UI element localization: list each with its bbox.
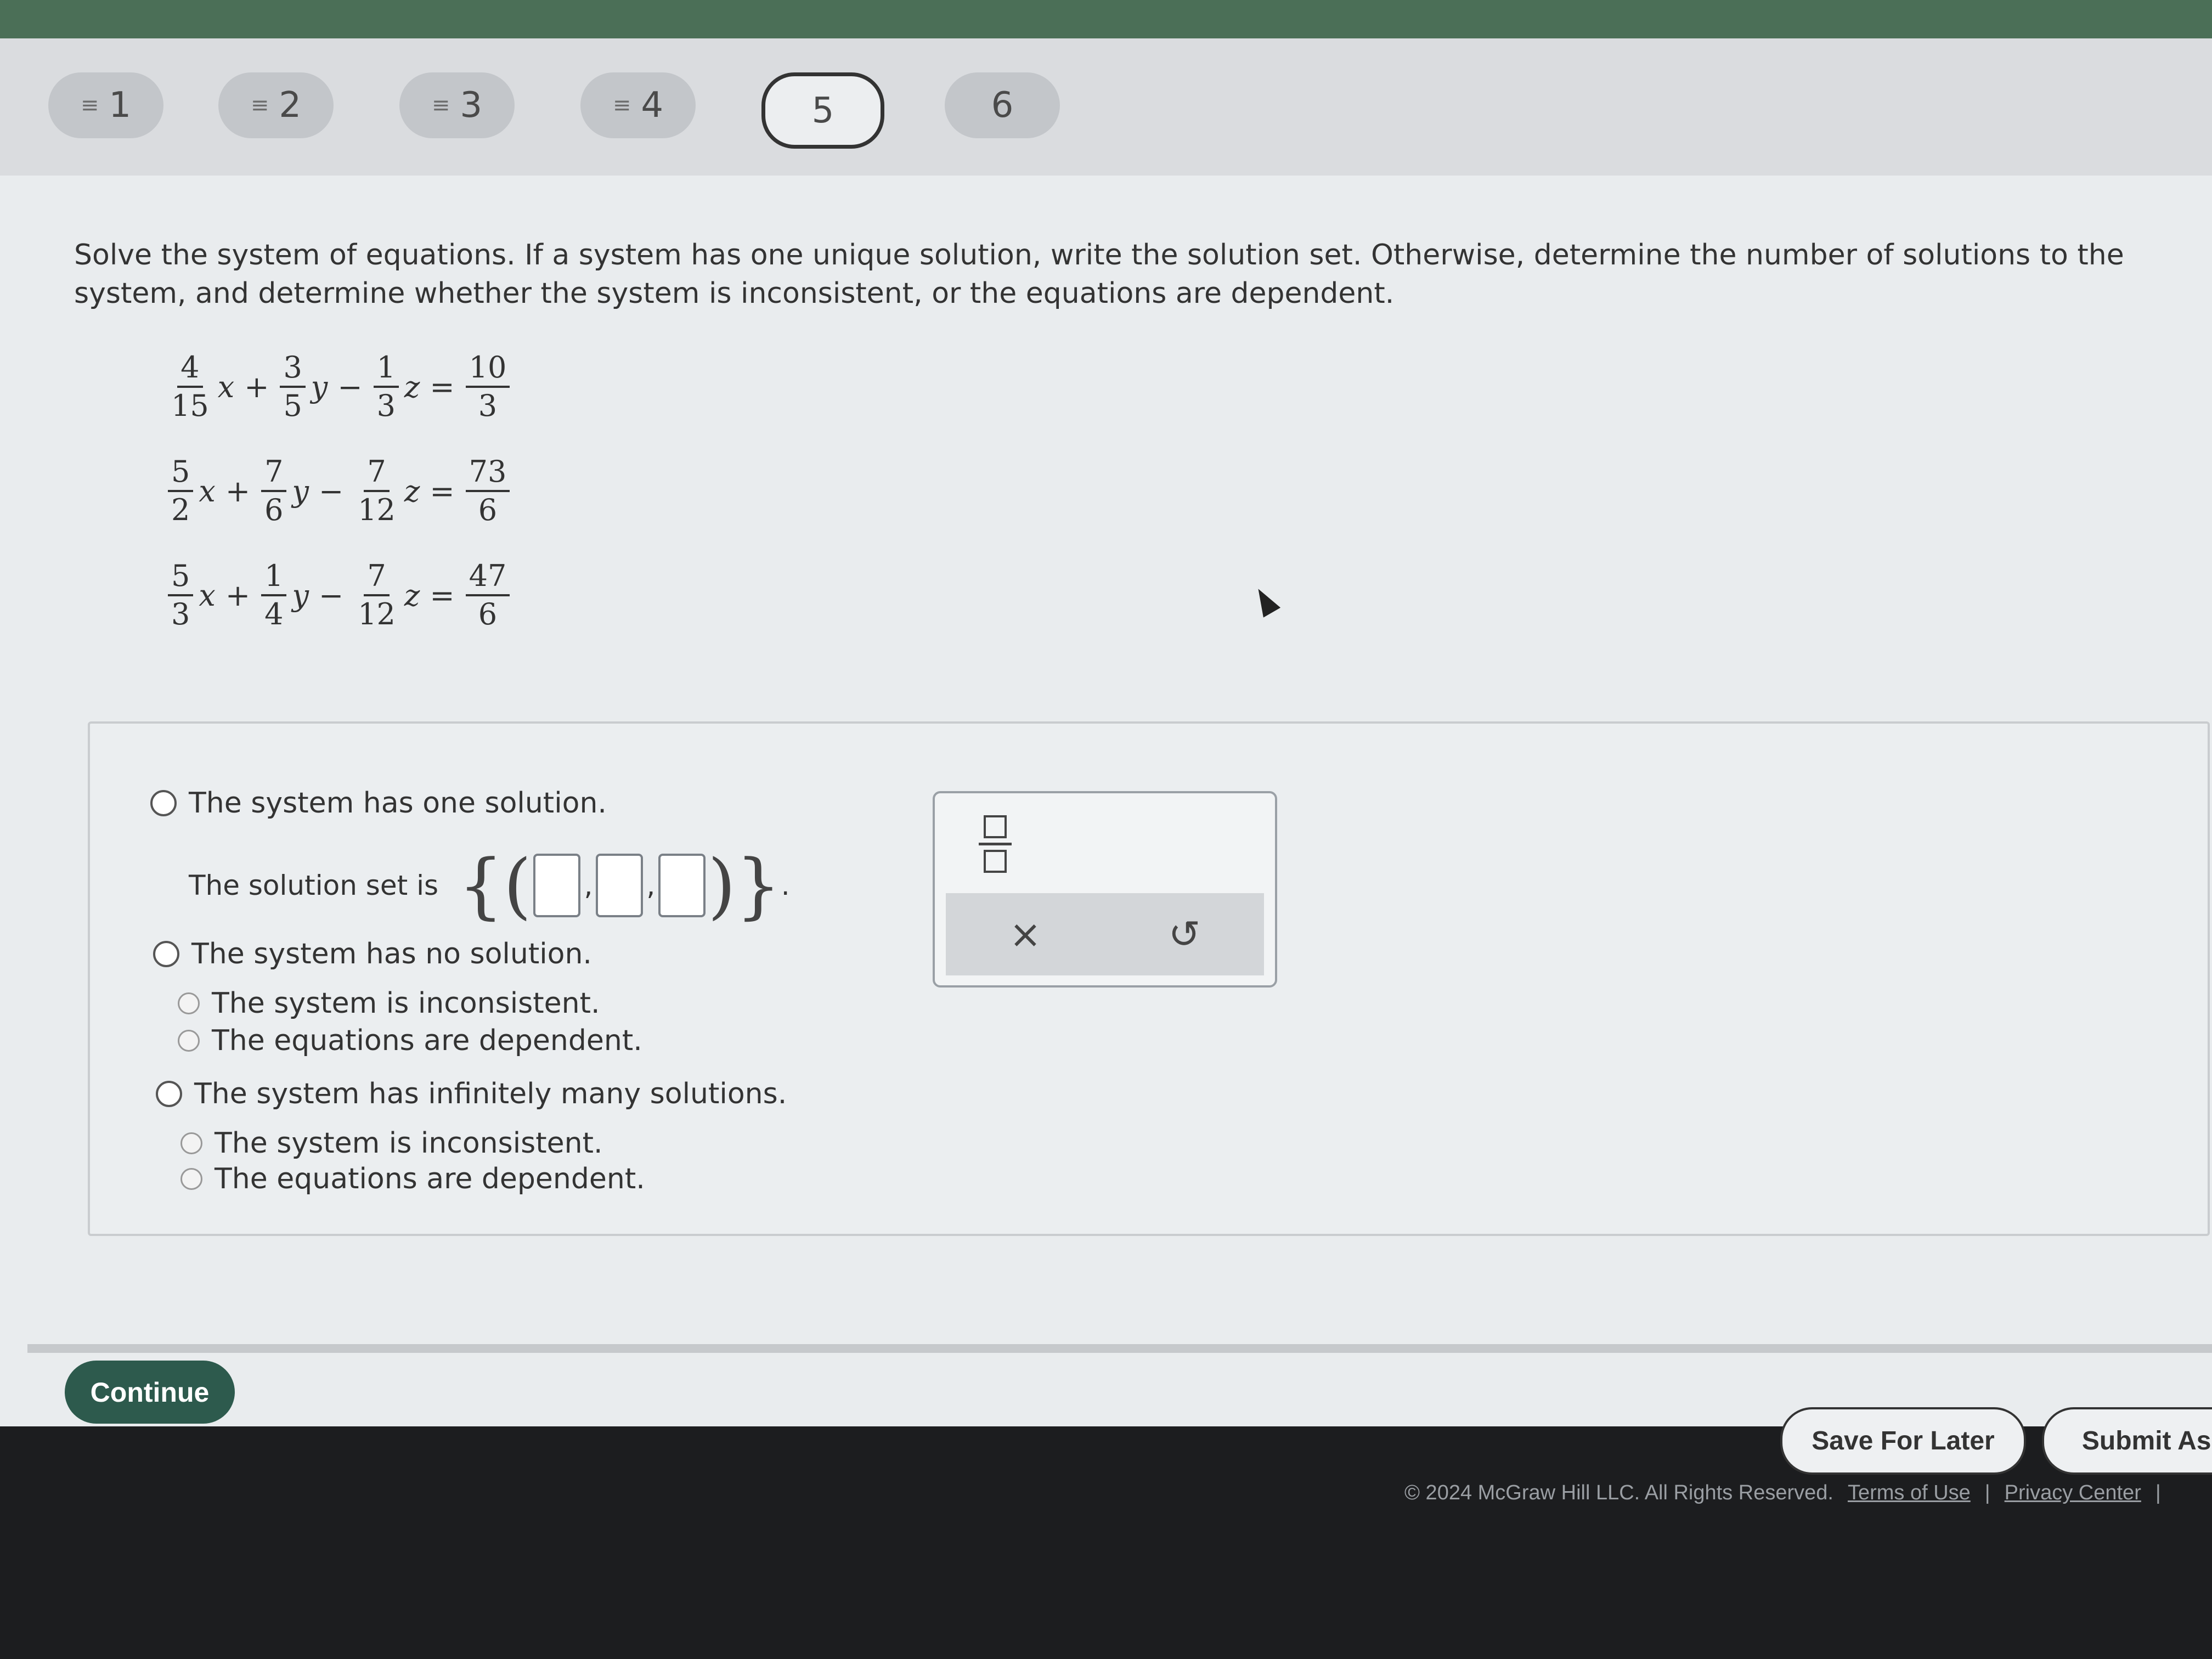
terms-of-use-link[interactable]: Terms of Use bbox=[1848, 1481, 1971, 1505]
save-for-later-button[interactable]: Save For Later bbox=[1780, 1407, 2026, 1475]
submit-assignment-button[interactable]: Submit Ass bbox=[2042, 1407, 2212, 1475]
coefficient: 7 12 bbox=[358, 558, 396, 631]
question-number: 5 bbox=[811, 90, 834, 131]
question-number: 6 bbox=[991, 85, 1014, 126]
question-2-button[interactable]: ≡ 2 bbox=[218, 72, 334, 138]
question-nav: ≡ 1 ≡ 2 ≡ 3 ≡ 4 5 6 bbox=[0, 38, 2212, 176]
equation-system: 4 15 x + 35 y − 13 z = 10 3 52 x + 76 y − 7 12 z… bbox=[165, 335, 513, 647]
period: . bbox=[781, 870, 790, 901]
option-no-solution-dependent[interactable]: The equations are dependent. bbox=[178, 1024, 642, 1057]
right-hand-side: 10 3 bbox=[465, 349, 510, 424]
coefficient: 35 bbox=[280, 349, 306, 424]
privacy-center-link[interactable]: Privacy Center bbox=[2005, 1481, 2141, 1505]
question-number: 3 bbox=[460, 85, 483, 126]
question-5-button[interactable]: 5 bbox=[761, 72, 884, 149]
option-label: The system is inconsistent. bbox=[212, 987, 600, 1020]
y-input[interactable] bbox=[596, 854, 644, 917]
equation-row: 52 x + 76 y − 7 12 z = 73 6 bbox=[165, 439, 513, 543]
copyright-text: © 2024 McGraw Hill LLC. All Rights Reser… bbox=[1404, 1481, 1833, 1504]
coefficient: 52 bbox=[168, 454, 194, 528]
assignment-screen: ≡ 1 ≡ 2 ≡ 3 ≡ 4 5 6 Solve the system of … bbox=[0, 38, 2212, 1504]
radio-button[interactable] bbox=[178, 992, 200, 1014]
radio-button[interactable] bbox=[153, 941, 179, 967]
option-label: The system has no solution. bbox=[191, 938, 592, 970]
completed-icon: ≡ bbox=[612, 93, 631, 118]
option-label: The system has one solution. bbox=[189, 787, 607, 820]
close-brace: )} bbox=[708, 844, 781, 927]
clear-icon[interactable]: × bbox=[1009, 912, 1042, 957]
equation-row: 53 x + 14 y − 7 12 z = 47 6 bbox=[165, 543, 513, 647]
right-hand-side: 73 6 bbox=[465, 454, 510, 528]
denominator-box-icon bbox=[984, 850, 1007, 873]
footer-separator: | bbox=[2155, 1481, 2161, 1504]
equation-row: 4 15 x + 35 y − 13 z = 10 3 bbox=[165, 335, 513, 439]
z-input[interactable] bbox=[658, 854, 706, 917]
coefficient: 4 15 bbox=[171, 350, 209, 423]
question-4-button[interactable]: ≡ 4 bbox=[580, 72, 696, 138]
radio-button[interactable] bbox=[178, 1030, 200, 1052]
undo-icon[interactable]: ↺ bbox=[1169, 912, 1201, 957]
coefficient: 76 bbox=[261, 454, 287, 528]
math-keypad: × ↺ bbox=[933, 791, 1277, 988]
radio-button[interactable] bbox=[180, 1132, 202, 1154]
footer: © 2024 McGraw Hill LLC. All Rights Reser… bbox=[1404, 1481, 2161, 1505]
option-infinite-dependent[interactable]: The equations are dependent. bbox=[180, 1163, 645, 1195]
question-1-button[interactable]: ≡ 1 bbox=[48, 72, 163, 138]
radio-button[interactable] bbox=[150, 790, 177, 816]
option-label: The equations are dependent. bbox=[215, 1163, 645, 1195]
question-6-button[interactable]: 6 bbox=[945, 72, 1060, 138]
option-label: The equations are dependent. bbox=[212, 1024, 642, 1057]
coefficient: 53 bbox=[168, 558, 194, 633]
radio-button[interactable] bbox=[156, 1081, 182, 1107]
x-input[interactable] bbox=[533, 854, 581, 917]
comma: , bbox=[584, 870, 593, 901]
fraction-template-button[interactable] bbox=[979, 815, 1012, 876]
keypad-toolbar: × ↺ bbox=[946, 893, 1264, 975]
completed-icon: ≡ bbox=[431, 93, 450, 118]
completed-icon: ≡ bbox=[250, 93, 269, 118]
solution-set-label: The solution set is bbox=[189, 870, 439, 901]
option-label: The system is inconsistent. bbox=[215, 1127, 603, 1160]
option-one-solution[interactable]: The system has one solution. bbox=[150, 787, 607, 820]
solution-set: The solution set is {( , , )} . bbox=[189, 850, 790, 921]
comma: , bbox=[646, 870, 656, 901]
question-prompt: Solve the system of equations. If a syst… bbox=[74, 239, 2124, 310]
radio-button[interactable] bbox=[180, 1168, 202, 1190]
right-hand-side: 47 6 bbox=[465, 558, 510, 633]
coefficient: 13 bbox=[373, 349, 399, 424]
option-infinite-inconsistent[interactable]: The system is inconsistent. bbox=[180, 1127, 602, 1160]
option-label: The system has infinitely many solutions… bbox=[194, 1077, 787, 1110]
completed-icon: ≡ bbox=[80, 93, 99, 118]
coefficient: 7 12 bbox=[358, 454, 396, 527]
footer-separator: | bbox=[1984, 1481, 1990, 1504]
coefficient: 14 bbox=[261, 558, 287, 633]
question-3-button[interactable]: ≡ 3 bbox=[399, 72, 515, 138]
option-no-solution[interactable]: The system has no solution. bbox=[153, 938, 592, 970]
footer-divider bbox=[27, 1344, 2212, 1353]
question-number: 1 bbox=[109, 85, 132, 126]
mouse-pointer-icon bbox=[1249, 584, 1281, 618]
question-number: 4 bbox=[641, 85, 664, 126]
option-infinite-solutions[interactable]: The system has infinitely many solutions… bbox=[156, 1077, 787, 1110]
numerator-box-icon bbox=[984, 815, 1007, 838]
fraction-bar-icon bbox=[979, 843, 1012, 845]
option-no-solution-inconsistent[interactable]: The system is inconsistent. bbox=[178, 987, 600, 1020]
open-brace: {( bbox=[458, 844, 532, 927]
question-number: 2 bbox=[279, 85, 302, 126]
continue-button[interactable]: Continue bbox=[65, 1361, 235, 1424]
